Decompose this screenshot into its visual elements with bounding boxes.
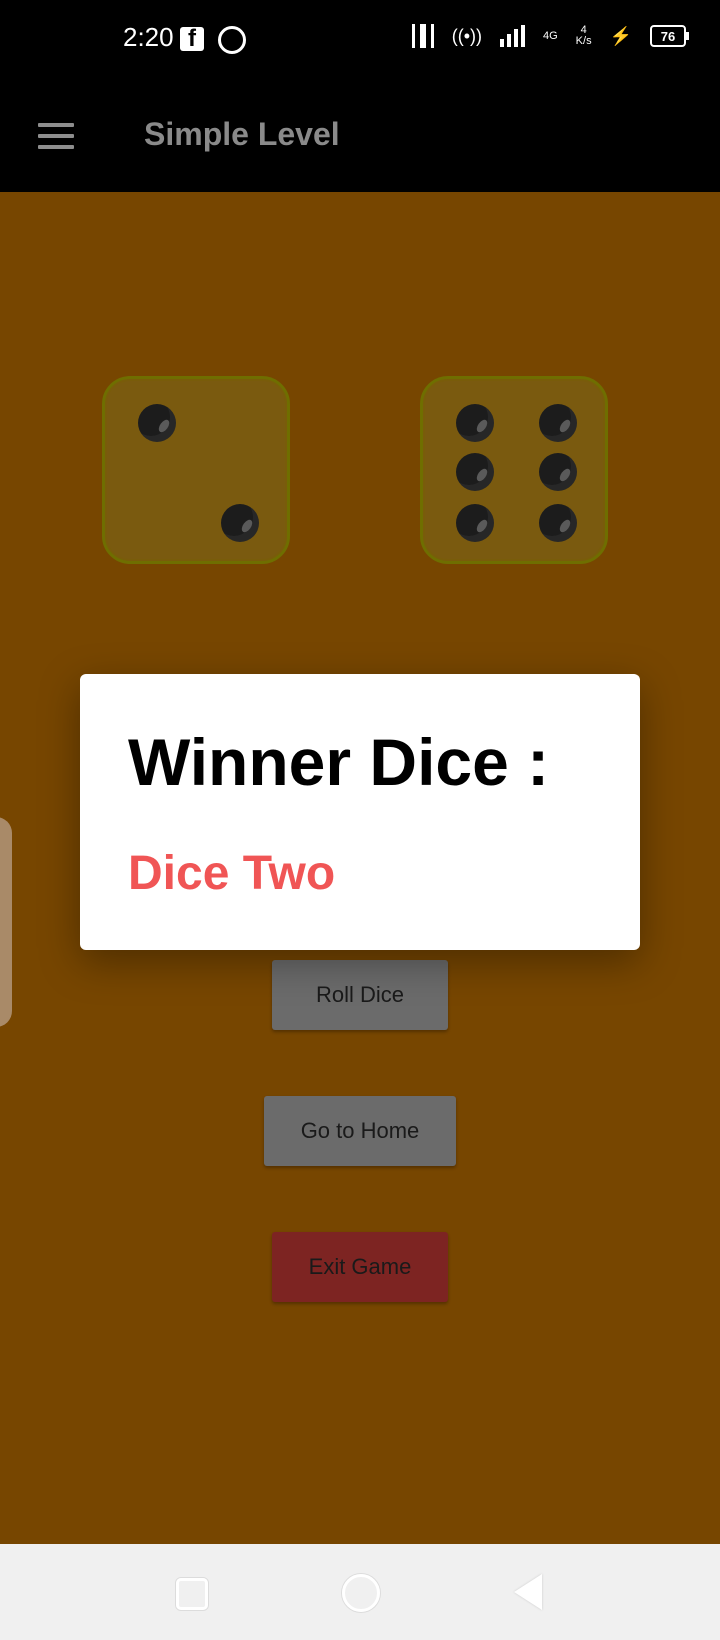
- dice-pip: [539, 504, 577, 542]
- recent-apps-button[interactable]: [176, 1578, 208, 1610]
- dice-pip: [456, 504, 494, 542]
- home-button[interactable]: [342, 1574, 380, 1612]
- dice-one: [102, 376, 290, 564]
- dice-pip: [138, 404, 176, 442]
- exit-game-button[interactable]: Exit Game: [272, 1232, 448, 1302]
- back-button[interactable]: [514, 1574, 542, 1610]
- dice-two: [420, 376, 608, 564]
- winner-dialog: Winner Dice : Dice Two: [80, 674, 640, 950]
- battery-icon: 76: [650, 25, 689, 47]
- app-bar: Simple Level: [0, 80, 720, 192]
- facebook-icon: [180, 25, 204, 53]
- navigation-bar: [0, 1544, 720, 1640]
- app-title: Simple Level: [144, 116, 340, 152]
- status-icons: ((•)) 4G 4 K/s ⚡ 76: [411, 24, 689, 48]
- sync-icon: [218, 26, 246, 54]
- status-time: 2:20: [123, 22, 174, 52]
- go-home-button[interactable]: Go to Home: [264, 1096, 456, 1166]
- hotspot-icon: ((•)): [451, 25, 482, 46]
- menu-icon[interactable]: [38, 123, 74, 149]
- speed-unit: K/s: [575, 35, 592, 47]
- dice-pip: [221, 504, 259, 542]
- drawer-handle[interactable]: [0, 817, 12, 1027]
- charging-icon: ⚡: [609, 25, 632, 46]
- dice-pip: [539, 453, 577, 491]
- speed-indicator: 4 K/s: [576, 25, 592, 47]
- network-type: 4G: [542, 29, 558, 42]
- network-speed: 4G: [542, 29, 558, 42]
- battery-level: 76: [660, 28, 676, 44]
- dice-pip: [456, 404, 494, 442]
- dice-pip: [539, 404, 577, 442]
- winner-label: Dice Two: [128, 847, 336, 900]
- vibrate-icon: [411, 24, 434, 48]
- dialog-title: Winner Dice :: [128, 725, 550, 799]
- status-bar: 2:20 ((•)) 4G 4 K/s ⚡ 76: [0, 0, 720, 80]
- dice-pip: [456, 453, 494, 491]
- signal-icon: [499, 25, 525, 47]
- roll-dice-button[interactable]: Roll Dice: [272, 960, 448, 1030]
